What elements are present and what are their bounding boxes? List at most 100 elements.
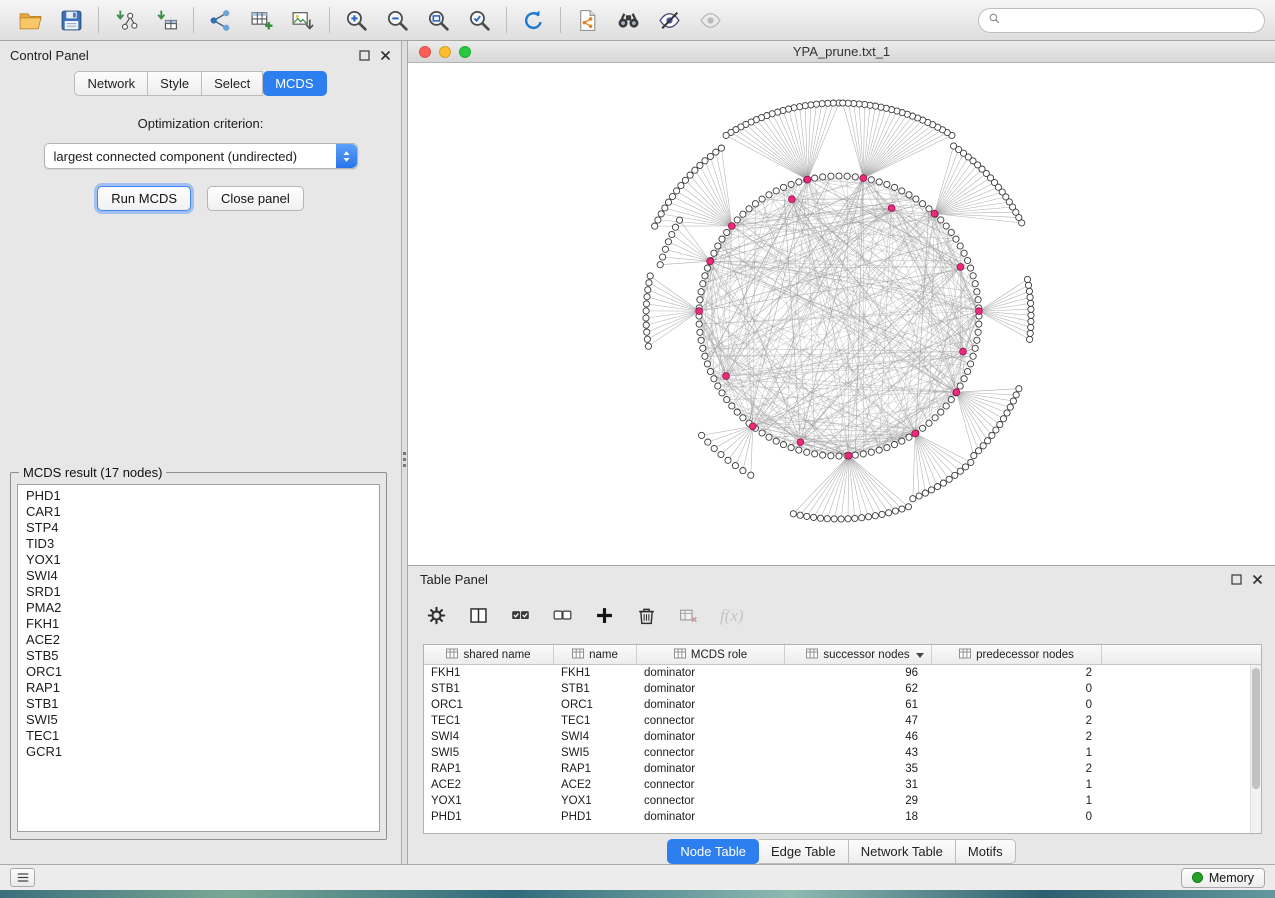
mcds-result-item[interactable]: PHD1 (18, 488, 379, 504)
tab-style[interactable]: Style (148, 71, 202, 96)
open-file-button[interactable] (10, 4, 51, 36)
tab-mcds[interactable]: MCDS (263, 71, 326, 96)
control-panel-tabs: Network Style Select MCDS (0, 71, 401, 96)
cell-predecessor-nodes: 2 (932, 763, 1102, 775)
zoom-selected-button[interactable] (459, 4, 500, 36)
create-column-button[interactable] (594, 605, 615, 626)
mcds-result-item[interactable]: ACE2 (18, 632, 379, 648)
zoom-in-icon (344, 8, 369, 33)
column-header-shared-name[interactable]: shared name (424, 645, 554, 664)
function-builder-button[interactable]: f(x) (720, 606, 744, 626)
close-panel-button[interactable] (379, 49, 391, 61)
mcds-result-item[interactable]: ORC1 (18, 664, 379, 680)
panel-splitter[interactable] (401, 41, 408, 864)
zoom-in-button[interactable] (336, 4, 377, 36)
delete-column-button[interactable] (636, 605, 657, 626)
table-row[interactable]: STB1STB1dominator620 (424, 681, 1261, 697)
zoom-out-button[interactable] (377, 4, 418, 36)
window-zoom-button[interactable] (459, 46, 471, 58)
export-network-button[interactable] (567, 4, 608, 36)
float-panel-button[interactable] (358, 49, 370, 61)
mcds-result-item[interactable]: TID3 (18, 536, 379, 552)
hide-selected-button[interactable] (649, 4, 690, 36)
table-row[interactable]: FKH1FKH1dominator962 (424, 665, 1261, 681)
table-scrollbar[interactable] (1250, 665, 1261, 833)
show-all-button[interactable] (690, 4, 731, 36)
save-session-button[interactable] (51, 4, 92, 36)
delete-table-button[interactable] (678, 605, 699, 626)
network-titlebar[interactable]: YPA_prune.txt_1 (408, 41, 1275, 63)
cell-shared-name: RAP1 (424, 763, 554, 775)
window-close-button[interactable] (419, 46, 431, 58)
apply-layout-button[interactable] (513, 4, 554, 36)
mcds-result-item[interactable]: RAP1 (18, 680, 379, 696)
table-row[interactable]: YOX1YOX1connector291 (424, 793, 1261, 809)
table-row[interactable]: TEC1TEC1connector472 (424, 713, 1261, 729)
import-table-button[interactable] (146, 4, 187, 36)
tab-edge-table[interactable]: Edge Table (759, 839, 849, 864)
new-table-button[interactable] (241, 4, 282, 36)
table-settings-button[interactable] (426, 605, 447, 626)
mcds-result-item[interactable]: STB5 (18, 648, 379, 664)
network-graph[interactable] (408, 63, 1275, 565)
show-columns-button[interactable] (468, 605, 489, 626)
mcds-result-list[interactable]: PHD1CAR1STP4TID3YOX1SWI4SRD1PMA2FKH1ACE2… (17, 484, 380, 832)
splitter-grip[interactable] (403, 452, 406, 467)
mcds-result-item[interactable]: STP4 (18, 520, 379, 536)
table-row[interactable]: SWI4SWI4dominator462 (424, 729, 1261, 745)
criterion-dropdown[interactable]: largest connected component (undirected) (44, 143, 358, 169)
table-row[interactable]: SWI5SWI5connector431 (424, 745, 1261, 761)
mcds-result-item[interactable]: PMA2 (18, 600, 379, 616)
cell-MCDS-role: connector (637, 779, 785, 791)
search-field[interactable] (978, 8, 1265, 33)
eye-icon (698, 8, 723, 33)
find-button[interactable] (608, 4, 649, 36)
tab-network-table[interactable]: Network Table (849, 839, 956, 864)
mcds-result-item[interactable]: YOX1 (18, 552, 379, 568)
tab-node-table[interactable]: Node Table (667, 839, 759, 864)
scrollbar-thumb[interactable] (1252, 668, 1260, 789)
unselect-all-columns-button[interactable] (552, 605, 573, 626)
memory-button[interactable]: Memory (1181, 868, 1265, 888)
mcds-result-item[interactable]: CAR1 (18, 504, 379, 520)
column-header-name[interactable]: name (554, 645, 637, 664)
cell-successor-nodes: 61 (785, 699, 932, 711)
mcds-result-item[interactable]: GCR1 (18, 744, 379, 760)
column-header-MCDS-role[interactable]: MCDS role (637, 645, 785, 664)
table-row[interactable]: ORC1ORC1dominator610 (424, 697, 1261, 713)
float-table-panel-button[interactable] (1230, 574, 1242, 586)
zoom-fit-button[interactable] (418, 4, 459, 36)
column-header-predecessor-nodes[interactable]: predecessor nodes (932, 645, 1102, 664)
import-network-button[interactable] (105, 4, 146, 36)
window-minimize-button[interactable] (439, 46, 451, 58)
tab-select[interactable]: Select (202, 71, 263, 96)
close-table-panel-button[interactable] (1251, 574, 1263, 586)
tab-motifs[interactable]: Motifs (956, 839, 1016, 864)
cell-MCDS-role: dominator (637, 763, 785, 775)
table-row[interactable]: ACE2ACE2connector311 (424, 777, 1261, 793)
network-canvas[interactable] (408, 63, 1275, 565)
new-network-button[interactable] (200, 4, 241, 36)
column-header-successor-nodes[interactable]: successor nodes (785, 645, 932, 664)
search-input[interactable] (1007, 13, 1255, 27)
close-mcds-panel-button[interactable]: Close panel (207, 186, 304, 211)
table-row[interactable]: PHD1PHD1dominator180 (424, 809, 1261, 825)
tab-network[interactable]: Network (74, 71, 148, 96)
select-all-columns-button[interactable] (510, 605, 531, 626)
run-mcds-button[interactable]: Run MCDS (97, 186, 191, 211)
close-icon (1252, 574, 1263, 585)
export-image-button[interactable] (282, 4, 323, 36)
cell-shared-name: PHD1 (424, 811, 554, 823)
panel-menu-button[interactable] (10, 868, 35, 887)
table-row[interactable]: RAP1RAP1dominator352 (424, 761, 1261, 777)
mcds-result-item[interactable]: SWI4 (18, 568, 379, 584)
mcds-result-item[interactable]: FKH1 (18, 616, 379, 632)
sort-arrow-icon[interactable] (916, 653, 924, 658)
mcds-result-item[interactable]: STB1 (18, 696, 379, 712)
mcds-result-item[interactable]: SWI5 (18, 712, 379, 728)
mcds-result-item[interactable]: SRD1 (18, 584, 379, 600)
cell-name: TEC1 (554, 715, 637, 727)
network-window-title: YPA_prune.txt_1 (408, 44, 1275, 59)
mcds-result-item[interactable]: TEC1 (18, 728, 379, 744)
optimization-criterion-label: Optimization criterion: (0, 116, 401, 131)
